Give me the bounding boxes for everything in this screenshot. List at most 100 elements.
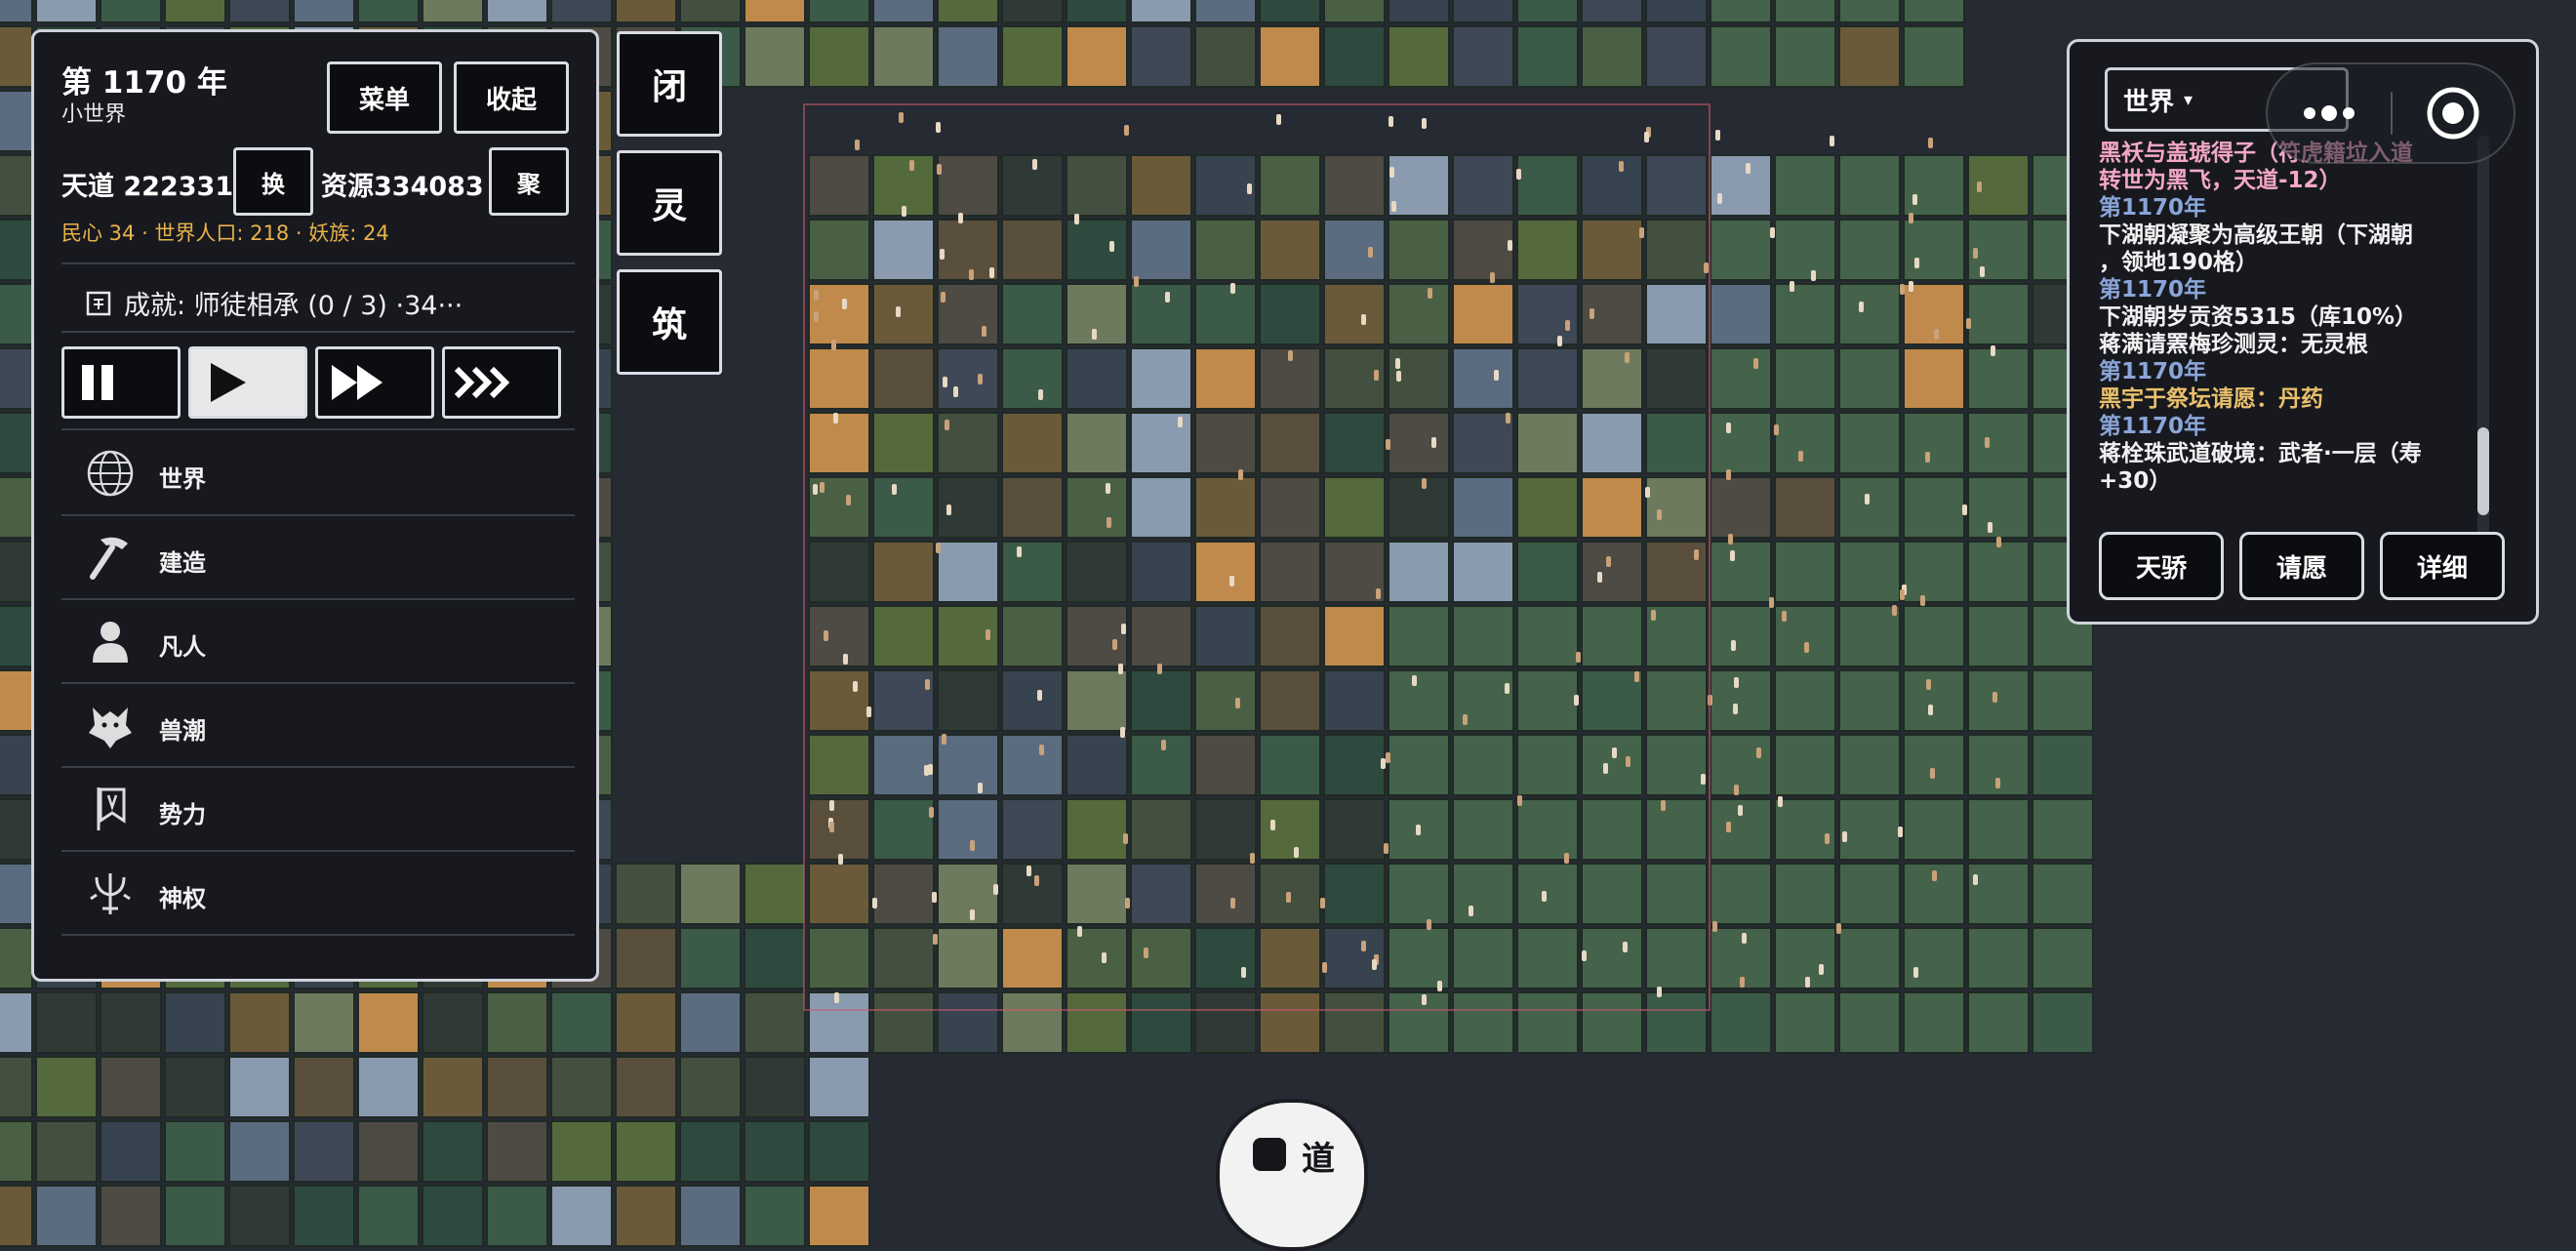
villager-sprite[interactable] [1651,610,1657,622]
map-tile[interactable] [1710,154,1772,217]
villager-sprite[interactable] [1746,162,1751,174]
map-tile[interactable] [1838,734,1901,796]
map-tile[interactable] [808,412,870,474]
map-tile[interactable] [1710,605,1772,667]
map-tile[interactable] [1838,669,1901,732]
villager-sprite[interactable] [993,884,999,896]
villager-sprite[interactable] [1125,897,1131,908]
villager-sprite[interactable] [1985,436,1991,448]
map-tile[interactable] [550,1120,613,1183]
villager-sprite[interactable] [931,891,937,903]
villager-sprite[interactable] [1778,796,1784,808]
map-tile[interactable] [1001,476,1064,539]
close-miniprogram-button[interactable] [2393,64,2514,162]
map-tile[interactable] [0,347,33,410]
villager-sprite[interactable] [1731,639,1736,651]
villager-sprite[interactable] [1738,805,1744,817]
map-tile[interactable] [1194,283,1257,345]
map-tile[interactable] [1388,605,1450,667]
map-tile[interactable] [1516,669,1579,732]
villager-sprite[interactable] [901,205,906,217]
villager-sprite[interactable] [1422,117,1428,129]
map-tile[interactable] [808,798,870,861]
map-tile[interactable] [1645,25,1708,88]
map-tile[interactable] [1323,798,1386,861]
villager-sprite[interactable] [1742,932,1748,944]
map-tile[interactable] [1001,25,1064,88]
map-tile[interactable] [1323,154,1386,217]
villager-sprite[interactable] [1033,875,1039,887]
map-tile[interactable] [1903,669,1965,732]
map-tile[interactable] [1581,0,1643,23]
map-tile[interactable] [1066,863,1128,925]
villager-sprite[interactable] [1117,663,1123,674]
villager-sprite[interactable] [1269,820,1275,831]
map-tile[interactable] [1710,541,1772,603]
map-tile[interactable] [615,1056,677,1118]
map-tile[interactable] [1710,863,1772,925]
play-button[interactable] [188,346,307,419]
map-tile[interactable] [872,283,935,345]
map-tile[interactable] [1452,541,1514,603]
villager-sprite[interactable] [1235,698,1241,709]
map-tile[interactable] [1903,476,1965,539]
map-tile[interactable] [1516,476,1579,539]
villager-sprite[interactable] [1973,874,1979,886]
swap-button[interactable]: 换 [233,147,313,216]
map-tile[interactable] [1388,219,1450,281]
map-tile[interactable] [1259,798,1321,861]
map-tile[interactable] [1388,991,1450,1054]
map-tile[interactable] [1645,798,1708,861]
villager-sprite[interactable] [978,374,984,385]
map-tile[interactable] [100,1185,162,1247]
villager-sprite[interactable] [1891,604,1897,616]
map-tile[interactable] [1259,154,1321,217]
villager-sprite[interactable] [1287,350,1293,362]
map-tile[interactable] [486,1185,548,1247]
villager-sprite[interactable] [1804,976,1810,988]
villager-sprite[interactable] [1977,182,1983,193]
map-tile[interactable] [0,798,33,861]
map-tile[interactable] [1194,541,1257,603]
villager-sprite[interactable] [1841,831,1847,843]
map-tile[interactable] [1194,219,1257,281]
menu-button[interactable]: 菜单 [327,61,442,134]
map-tile[interactable] [1001,347,1064,410]
map-tile[interactable] [1130,25,1192,88]
map-tile[interactable] [1452,734,1514,796]
map-tile[interactable] [744,927,806,989]
map-tile[interactable] [1903,412,1965,474]
map-tile[interactable] [1967,347,2030,410]
villager-sprite[interactable] [1426,919,1431,931]
map-tile[interactable] [1581,412,1643,474]
map-tile[interactable] [2032,734,2094,796]
map-tile[interactable] [1774,476,1836,539]
map-tile[interactable] [937,0,999,23]
map-tile[interactable] [1967,798,2030,861]
villager-sprite[interactable] [1708,694,1713,706]
map-tile[interactable] [1774,991,1836,1054]
villager-sprite[interactable] [982,325,987,337]
collapse-button[interactable]: 收起 [454,61,569,134]
map-tile[interactable] [1194,605,1257,667]
map-tile[interactable] [1516,927,1579,989]
map-tile[interactable] [1516,219,1579,281]
map-tile[interactable] [1774,0,1836,23]
villager-sprite[interactable] [1396,371,1402,383]
map-tile[interactable] [1388,25,1450,88]
map-tile[interactable] [1066,798,1128,861]
map-tile[interactable] [1194,25,1257,88]
map-tile[interactable] [1001,541,1064,603]
map-tile[interactable] [1710,347,1772,410]
map-tile[interactable] [0,412,33,474]
villager-sprite[interactable] [1431,436,1437,448]
villager-sprite[interactable] [1372,958,1378,970]
map-tile[interactable] [1774,734,1836,796]
side-tab-2[interactable]: 筑 [617,269,722,375]
map-tile[interactable] [1581,541,1643,603]
villager-sprite[interactable] [1437,980,1443,991]
map-tile[interactable] [0,863,33,925]
villager-sprite[interactable] [1769,227,1775,239]
map-tile[interactable] [1259,412,1321,474]
villager-sprite[interactable] [935,121,941,133]
